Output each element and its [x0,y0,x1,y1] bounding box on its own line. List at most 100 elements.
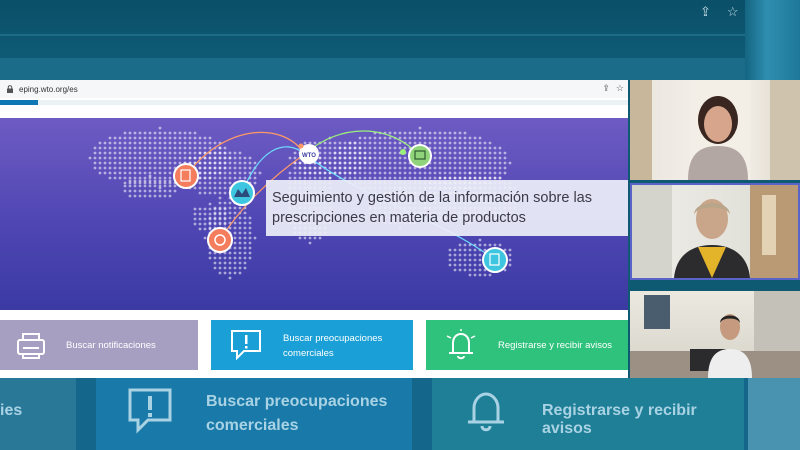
map-dot [223,171,227,175]
map-dot [233,211,237,215]
map-dot [203,212,207,216]
map-dot [148,141,152,145]
map-dot [478,151,482,155]
map-dot [153,176,157,180]
map-dot [103,166,107,170]
background-divider [0,34,760,36]
map-dot [143,194,147,198]
map-dot [458,171,462,175]
map-dot [333,161,337,165]
map-dot [328,156,332,160]
map-dot [163,166,167,170]
map-dot [203,181,207,185]
map-dot [198,186,202,190]
map-dot [133,184,137,188]
map-dot [238,151,242,155]
map-dot [193,156,197,160]
map-dot [223,156,227,160]
map-dot [288,156,292,160]
map-dot [143,189,147,193]
map-dot [198,191,202,195]
map-dot [238,171,242,175]
map-dot [348,146,352,150]
map-dot [503,161,507,165]
map-dot [163,171,167,175]
map-dot [448,136,452,140]
map-dot [218,261,222,265]
map-dot [153,131,157,135]
map-dot [163,131,167,135]
map-dot [198,181,202,185]
register-alerts-tile[interactable]: Registrarse y recibir avisos [426,320,628,370]
map-dot [213,256,217,260]
map-dot [138,141,142,145]
participant-video-2[interactable] [630,183,800,280]
map-dot [158,151,162,155]
map-dot [193,131,197,135]
map-dot [418,141,422,145]
map-dot [178,136,182,140]
map-dot [98,146,102,150]
map-dot [348,161,352,165]
map-dot [98,161,102,165]
search-trade-concerns-tile[interactable]: Buscar preocupaciones comerciales [211,320,413,370]
participant-video-3[interactable] [630,291,800,378]
map-dot [448,171,452,175]
map-dot [358,171,362,175]
map-dot [348,176,352,180]
map-dot [203,236,207,240]
map-dot [173,136,177,140]
map-dot [438,156,442,160]
map-dot [303,171,307,175]
map-dot [393,171,397,175]
map-dot [168,179,172,183]
map-dot [448,166,452,170]
map-dot [473,268,477,272]
search-notifications-tile[interactable]: Buscar notificaciones [0,320,198,370]
map-dot [208,171,212,175]
map-dot [228,211,232,215]
map-dot [438,146,442,150]
map-dot [143,131,147,135]
share-icon[interactable]: ⇪ [602,83,610,94]
bookmark-star-icon[interactable]: ☆ [616,83,624,94]
map-dot [498,176,502,180]
map-dot [153,189,157,193]
map-dot [178,141,182,145]
map-dot [403,131,407,135]
map-dot [123,151,127,155]
map-dot [168,141,172,145]
url-text[interactable]: eping.wto.org/es [19,85,78,94]
map-dot [163,179,167,183]
map-dot [98,156,102,160]
map-dot [193,207,197,211]
map-dot [343,161,347,165]
map-dot [203,222,207,226]
map-dot [313,176,317,180]
map-dot [378,136,382,140]
map-dot [368,166,372,170]
map-dot [243,176,247,180]
map-dot [238,261,242,265]
map-dot [318,236,322,240]
map-dot [393,141,397,145]
map-dot [458,151,462,155]
map-dot [498,243,502,247]
map-dot [493,176,497,180]
map-dot [138,194,142,198]
map-dot [453,151,457,155]
map-dot [388,141,392,145]
map-dot [213,181,217,185]
map-dot [233,266,237,270]
participant-video-1[interactable] [630,80,800,180]
map-node [229,180,255,206]
map-dot [168,136,172,140]
map-dot [243,171,247,175]
map-dot [448,156,452,160]
map-dot [483,151,487,155]
address-bar[interactable]: eping.wto.org/es ⇪ ☆ [0,80,628,98]
map-dot [488,273,492,277]
map-dot [233,246,237,250]
map-dot [383,141,387,145]
map-dot [453,156,457,160]
